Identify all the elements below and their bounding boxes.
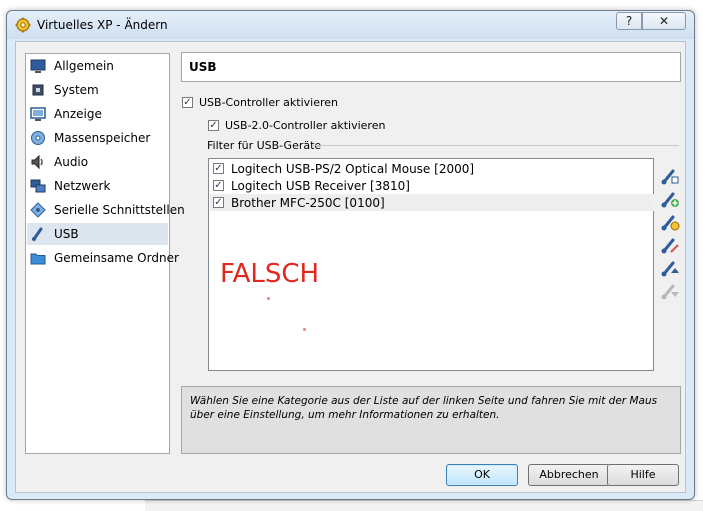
usb-icon — [32, 227, 43, 241]
background-strip — [145, 500, 703, 511]
usb-controller-label: USB-Controller aktivieren — [199, 96, 338, 109]
dialog-client-area: Allgemein System Anzeige Massenspeicher … — [15, 41, 686, 493]
sidebar-item-allgemein[interactable]: Allgemein — [27, 55, 168, 77]
sidebar-item-usb[interactable]: USB — [27, 223, 168, 245]
usb-add-from-device-icon[interactable] — [660, 189, 680, 209]
ok-button[interactable]: OK — [446, 464, 518, 486]
sidebar-item-system[interactable]: System — [27, 79, 168, 101]
sidebar-item-serielle-schnittstellen[interactable]: Serielle Schnittstellen — [27, 199, 185, 221]
sidebar-item-label: Allgemein — [54, 59, 114, 73]
sidebar-item-label: Gemeinsame Ordner — [54, 251, 179, 265]
info-panel: Wählen Sie eine Kategorie aus der Liste … — [181, 386, 681, 454]
usb-add-filter-icon[interactable] — [660, 166, 680, 186]
sidebar-item-label: Serielle Schnittstellen — [54, 203, 185, 217]
filter-checkbox[interactable]: ✓ — [213, 180, 224, 191]
usb-move-up-icon[interactable] — [660, 258, 680, 278]
close-button[interactable]: ✕ — [642, 12, 686, 30]
network-icon — [30, 179, 46, 193]
serial-icon — [30, 202, 46, 218]
list-item[interactable]: ✓ Logitech USB-PS/2 Optical Mouse [2000] — [210, 160, 654, 177]
sidebar-item-gemeinsame-ordner[interactable]: Gemeinsame Ordner — [27, 247, 179, 269]
chip-icon — [32, 84, 44, 96]
usb-edit-filter-icon[interactable] — [660, 212, 680, 232]
filter-label: Logitech USB Receiver [3810] — [231, 179, 410, 193]
sidebar-item-netzwerk[interactable]: Netzwerk — [27, 175, 168, 197]
filter-group-divider — [313, 145, 679, 146]
annotation-dot — [303, 328, 306, 331]
page-title: USB — [189, 60, 217, 74]
display-icon — [30, 107, 46, 121]
sidebar-item-label: Audio — [54, 155, 89, 169]
sidebar-item-label: System — [54, 83, 99, 97]
category-list[interactable]: Allgemein System Anzeige Massenspeicher … — [25, 53, 185, 454]
cancel-button[interactable]: Abbrechen — [528, 464, 610, 486]
page-header: USB — [181, 52, 681, 82]
info-text: Wählen Sie eine Kategorie aus der Liste … — [190, 395, 658, 421]
usb-remove-filter-icon[interactable] — [660, 235, 680, 255]
sidebar-item-label: Netzwerk — [54, 179, 111, 193]
title-bar[interactable]: Virtuelles XP - Ändern ? ✕ — [7, 11, 694, 39]
sidebar-item-label: USB — [54, 227, 79, 241]
sidebar-item-anzeige[interactable]: Anzeige — [27, 103, 168, 125]
annotation-dot — [267, 297, 270, 300]
usb2-controller-checkbox[interactable]: ✓ — [208, 120, 219, 131]
usb2-controller-label: USB-2.0-Controller aktivieren — [225, 119, 386, 132]
settings-dialog: Virtuelles XP - Ändern ? ✕ Allgemein Sys… — [6, 10, 695, 500]
speaker-icon — [31, 154, 43, 170]
filter-checkbox[interactable]: ✓ — [213, 197, 224, 208]
folder-icon — [30, 253, 46, 265]
usb-controller-checkbox[interactable]: ✓ — [182, 97, 193, 108]
filter-label: Brother MFC-250C [0100] — [231, 196, 385, 210]
usb-move-down-icon[interactable] — [660, 281, 680, 301]
list-item[interactable]: ✓ Brother MFC-250C [0100] — [210, 194, 654, 211]
gear-icon — [15, 17, 31, 33]
usb-filter-list[interactable]: ✓ Logitech USB-PS/2 Optical Mouse [2000]… — [208, 158, 654, 371]
window-title: Virtuelles XP - Ändern — [37, 18, 168, 32]
filter-label: Logitech USB-PS/2 Optical Mouse [2000] — [231, 162, 475, 176]
sidebar-item-label: Anzeige — [54, 107, 102, 121]
help-button[interactable]: Hilfe — [607, 464, 679, 486]
list-item[interactable]: ✓ Logitech USB Receiver [3810] — [210, 177, 654, 194]
overlay-annotation-text: FALSCH — [220, 259, 320, 289]
filter-group-label: Filter für USB-Geräte — [207, 139, 322, 152]
monitor-icon — [30, 59, 46, 73]
filter-checkbox[interactable]: ✓ — [213, 163, 224, 174]
sidebar-item-audio[interactable]: Audio — [27, 151, 168, 173]
disk-icon — [31, 131, 45, 145]
sidebar-item-label: Massenspeicher — [54, 131, 151, 145]
help-title-button[interactable]: ? — [616, 12, 642, 30]
sidebar-item-massenspeicher[interactable]: Massenspeicher — [27, 127, 168, 149]
